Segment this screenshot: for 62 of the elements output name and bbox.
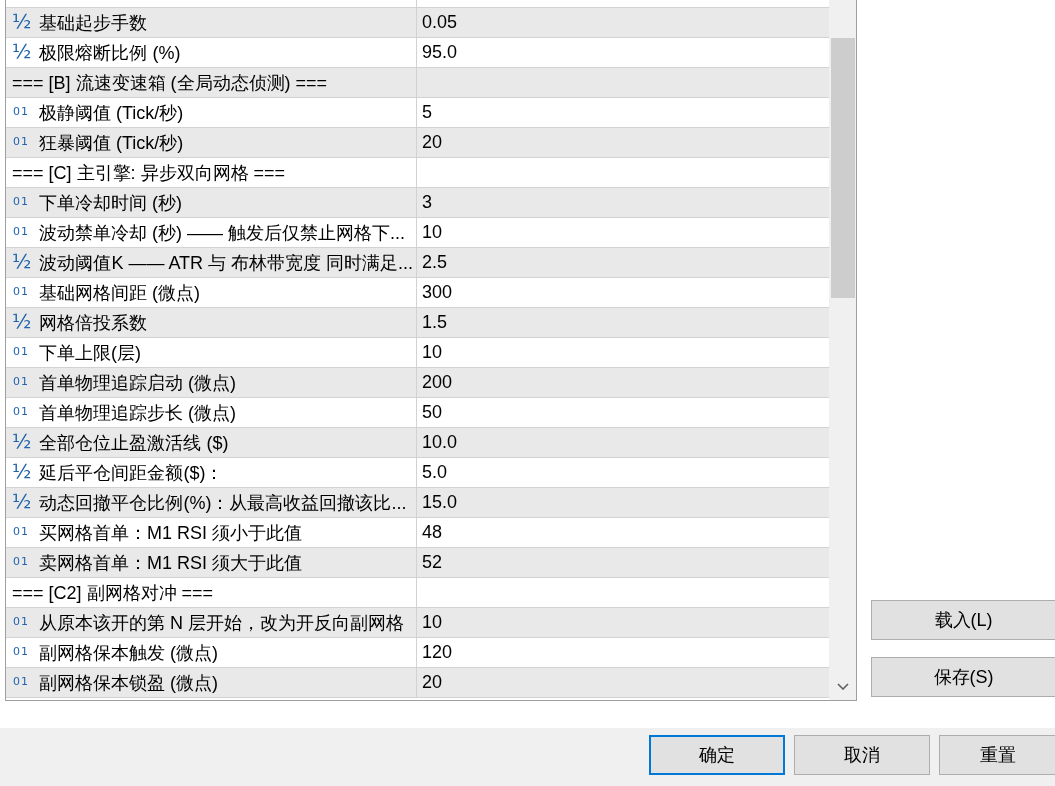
parameter-name: 网格倍投系数 [39, 311, 148, 335]
parameter-name: 波动禁单冷却 (秒) —— 触发后仅禁止网格下... [39, 221, 405, 245]
parameter-value: 10 [417, 608, 829, 638]
parameter-value: 0.05 [417, 8, 829, 38]
parameter-value: 15.0 [417, 488, 829, 518]
number-icon: 01 [13, 105, 29, 117]
number-icon: 01 [13, 555, 29, 567]
parameter-name: 首单物理追踪步长 (微点) [39, 401, 236, 425]
parameter-name: 狂暴阈值 (Tick/秒) [39, 131, 184, 155]
fraction-icon: ½ [12, 311, 32, 331]
scrollbar-thumb[interactable] [830, 38, 855, 298]
fraction-icon: ½ [12, 431, 32, 451]
number-icon: 01 [13, 195, 29, 207]
fraction-icon: ½ [12, 251, 32, 271]
parameter-name: 基础起步手数 [39, 11, 148, 35]
parameter-name: 下单冷却时间 (秒) [39, 191, 182, 215]
number-icon: 01 [13, 615, 29, 627]
number-icon: 01 [13, 135, 29, 147]
cancel-button[interactable]: 取消 [794, 735, 930, 775]
parameter-name: 副网格保本触发 (微点) [39, 641, 218, 665]
number-icon: 01 [13, 375, 29, 387]
chevron-down-icon[interactable] [836, 682, 849, 690]
fraction-icon: ½ [12, 491, 32, 511]
section-heading: === [C] 主引擎: 异步双向网格 === [6, 158, 417, 188]
reset-button[interactable]: 重置 [939, 735, 1055, 775]
parameter-name: 副网格保本锁盈 (微点) [39, 671, 218, 695]
parameter-value: 10.0 [417, 428, 829, 458]
number-icon: 01 [13, 675, 29, 687]
parameter-name: 波动阈值K —— ATR 与 布林带宽度 同时满足... [39, 251, 414, 275]
section-heading: === [B] 流速变速箱 (全局动态侦测) === [6, 68, 417, 98]
number-icon: 01 [13, 225, 29, 237]
parameter-name: 全部仓位止盈激活线 ($) [39, 431, 229, 455]
number-icon: 01 [13, 405, 29, 417]
fraction-icon: ½ [12, 11, 32, 31]
number-icon: 01 [13, 345, 29, 357]
parameter-value: 52 [417, 548, 829, 578]
parameter-name: 首单物理追踪启动 (微点) [39, 371, 236, 395]
parameter-name: 极静阈值 (Tick/秒) [39, 101, 184, 125]
parameter-value: 20 [417, 668, 829, 698]
parameter-name: 延后平仓间距金额($)： [39, 461, 224, 485]
number-icon: 01 [13, 525, 29, 537]
parameter-value: 20 [417, 128, 829, 158]
fraction-icon: ½ [12, 461, 32, 481]
number-icon: 01 [13, 285, 29, 297]
ok-button[interactable]: 确定 [649, 735, 785, 775]
parameter-name: 动态回撤平仓比例(%)：从最高收益回撤该比... [39, 491, 407, 515]
parameter-value: 3 [417, 188, 829, 218]
parameter-value: 200 [417, 368, 829, 398]
parameter-name: 从原本该开的第 N 层开始，改为开反向副网格 [39, 611, 404, 635]
load-button[interactable]: 载入(L) [871, 600, 1055, 640]
parameter-value: 2.5 [417, 248, 829, 278]
save-button[interactable]: 保存(S) [871, 657, 1055, 697]
parameter-name: 下单上限(层) [39, 341, 141, 365]
number-icon: 01 [13, 645, 29, 657]
section-heading: === [C2] 副网格对冲 === [6, 578, 417, 608]
parameter-name: 极限熔断比例 (%) [39, 41, 181, 65]
fraction-icon: ½ [12, 41, 32, 61]
scrollbar[interactable] [829, 0, 856, 700]
parameter-name: 卖网格首单：M1 RSI 须大于此值 [39, 551, 302, 575]
parameter-value: 1.5 [417, 308, 829, 338]
parameter-name: 基础网格间距 (微点) [39, 281, 200, 305]
parameter-name: 买网格首单：M1 RSI 须小于此值 [39, 521, 302, 545]
